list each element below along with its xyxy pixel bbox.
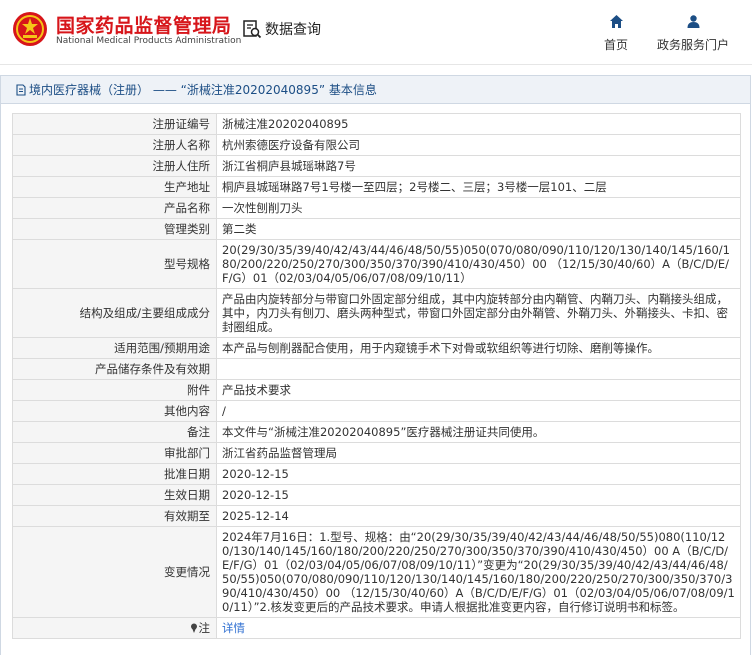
row-value: 浙江省桐庐县城瑶琳路7号 <box>216 155 741 177</box>
table-row-attachment: 附件 产品技术要求 <box>12 379 741 401</box>
row-value: 本产品与刨削器配合使用，用于内窥镜手术下对骨或软组织等进行切除、磨削等操作。 <box>216 337 741 359</box>
national-emblem-icon <box>13 12 47 46</box>
nav-home[interactable]: 首页 <box>604 14 628 53</box>
row-value: 产品技术要求 <box>216 379 741 401</box>
row-label: 注册证编号 <box>12 113 217 135</box>
row-label: 备注 <box>12 421 217 443</box>
registration-info-table: 注册证编号 浙械注准20202040895 注册人名称 杭州索德医疗设备有限公司… <box>12 113 741 639</box>
site-header: 国家药品监督管理局 National Medical Products Admi… <box>0 0 752 65</box>
row-value: 产品由内旋转部分与带窗口外固定部分组成，其中内旋转部分由内鞘管、内鞘刀头、内鞘接… <box>216 288 741 338</box>
row-label: 注册人名称 <box>12 134 217 156</box>
note-label: 注 <box>198 621 211 635</box>
table-row-registration-no: 注册证编号 浙械注准20202040895 <box>12 113 741 135</box>
row-label: 管理类别 <box>12 218 217 240</box>
row-label: 生产地址 <box>12 176 217 198</box>
table-row-note: 注 详情 <box>12 617 741 639</box>
site-title-en: National Medical Products Administration <box>56 36 242 46</box>
row-value: 2020-12-15 <box>216 463 741 485</box>
home-icon <box>609 15 623 28</box>
info-panel: 境内医疗器械（注册） —— “浙械注准20202040895” 基本信息 注册证… <box>0 75 751 655</box>
table-row-storage: 产品储存条件及有效期 <box>12 358 741 380</box>
row-label: 注册人住所 <box>12 155 217 177</box>
row-label: 产品名称 <box>12 197 217 219</box>
table-row-effective-date: 生效日期 2020-12-15 <box>12 484 741 506</box>
row-label: 批准日期 <box>12 463 217 485</box>
row-value: 本文件与“浙械注准20202040895”医疗器械注册证共同使用。 <box>216 421 741 443</box>
table-row-approval-dept: 审批部门 浙江省药品监督管理局 <box>12 442 741 464</box>
site-title-cn: 国家药品监督管理局 <box>56 15 232 37</box>
table-row-approval-date: 批准日期 2020-12-15 <box>12 463 741 485</box>
table-row-remarks: 备注 本文件与“浙械注准20202040895”医疗器械注册证共同使用。 <box>12 421 741 443</box>
table-row-model-spec: 型号规格 20(29/30/35/39/40/42/43/44/46/48/50… <box>12 239 741 289</box>
table-row-product-name: 产品名称 一次性刨削刀头 <box>12 197 741 219</box>
table-row-registrant-address: 注册人住所 浙江省桐庐县城瑶琳路7号 <box>12 155 741 177</box>
row-label: 结构及组成/主要组成成分 <box>12 288 217 338</box>
row-value: 浙械注准20202040895 <box>216 113 741 135</box>
user-icon <box>687 15 699 28</box>
table-row-intended-use: 适用范围/预期用途 本产品与刨削器配合使用，用于内窥镜手术下对骨或软组织等进行切… <box>12 337 741 359</box>
data-query-label: 数据查询 <box>265 22 321 38</box>
pin-icon <box>190 623 197 633</box>
row-label: 产品储存条件及有效期 <box>12 358 217 380</box>
data-query-button[interactable]: 数据查询 <box>242 19 321 39</box>
row-label: 附件 <box>12 379 217 401</box>
details-link[interactable]: 详情 <box>222 621 245 635</box>
nav-service-portal[interactable]: 政务服务门户 <box>657 14 729 53</box>
note-value-cell: 详情 <box>216 617 741 639</box>
table-row-management-class: 管理类别 第二类 <box>12 218 741 240</box>
table-row-registrant-name: 注册人名称 杭州索德医疗设备有限公司 <box>12 134 741 156</box>
row-label: 适用范围/预期用途 <box>12 337 217 359</box>
row-value: 2020-12-15 <box>216 484 741 506</box>
nav-service-portal-label: 政务服务门户 <box>657 38 730 52</box>
row-label: 其他内容 <box>12 400 217 422</box>
row-value <box>216 358 741 380</box>
row-value: 第二类 <box>216 218 741 240</box>
panel-title-bar: 境内医疗器械（注册） —— “浙械注准20202040895” 基本信息 <box>1 76 750 104</box>
row-label: 变更情况 <box>12 526 217 618</box>
table-row-production-address: 生产地址 桐庐县城瑶琳路7号1号楼一至四层；2号楼二、三层；3号楼一层101、二… <box>12 176 741 198</box>
table-row-changes: 变更情况 2024年7月16日：1.型号、规格：由“20(29/30/35/39… <box>12 526 741 618</box>
row-value: 杭州索德医疗设备有限公司 <box>216 134 741 156</box>
note-label-cell: 注 <box>12 617 217 639</box>
table-row-structure: 结构及组成/主要组成成分 产品由内旋转部分与带窗口外固定部分组成，其中内旋转部分… <box>12 288 741 338</box>
table-row-expiry-date: 有效期至 2025-12-14 <box>12 505 741 527</box>
row-value: 2025-12-14 <box>216 505 741 527</box>
row-label: 型号规格 <box>12 239 217 289</box>
row-label: 审批部门 <box>12 442 217 464</box>
row-value: / <box>216 400 741 422</box>
row-value: 一次性刨削刀头 <box>216 197 741 219</box>
row-label: 有效期至 <box>12 505 217 527</box>
panel-title: 境内医疗器械（注册） —— “浙械注准20202040895” 基本信息 <box>29 83 377 97</box>
nav-home-label: 首页 <box>604 38 629 52</box>
row-value: 浙江省药品监督管理局 <box>216 442 741 464</box>
row-value: 2024年7月16日：1.型号、规格：由“20(29/30/35/39/40/4… <box>216 526 741 618</box>
row-label: 生效日期 <box>12 484 217 506</box>
row-value: 桐庐县城瑶琳路7号1号楼一至四层；2号楼二、三层；3号楼一层101、二层 <box>216 176 741 198</box>
document-icon <box>16 83 26 96</box>
table-row-other: 其他内容 / <box>12 400 741 422</box>
row-value: 20(29/30/35/39/40/42/43/44/46/48/50/55)0… <box>216 239 741 289</box>
data-search-icon <box>243 20 262 39</box>
